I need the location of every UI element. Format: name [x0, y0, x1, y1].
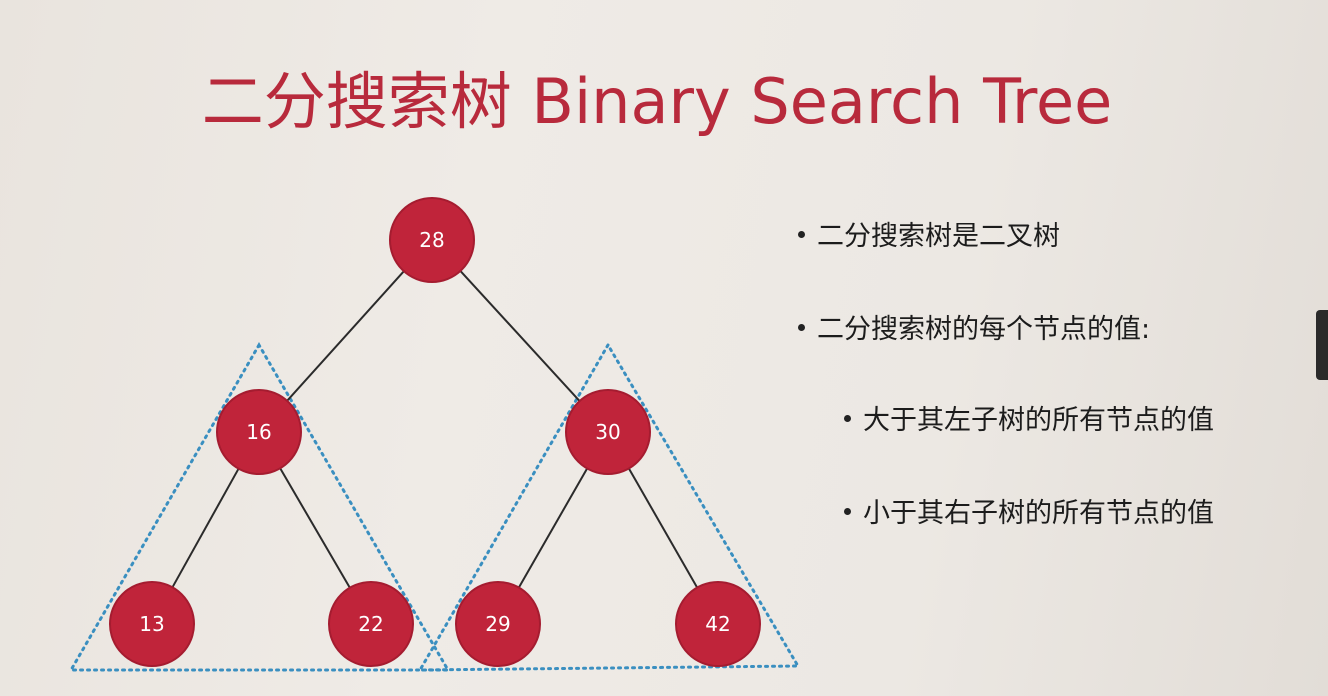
bullet-text: 大于其左子树的所有节点的值	[863, 405, 1214, 436]
bullet-list: 二分搜索树是二叉树 二分搜索树的每个节点的值: 大于其左子树的所有节点的值 小于…	[0, 0, 1328, 696]
window-edge-tab	[1316, 310, 1328, 380]
slide: 二分搜索树 Binary Search Tree 28 16 30 13 22	[0, 0, 1328, 696]
bullet-text: 二分搜索树是二叉树	[817, 221, 1060, 252]
bullet-text: 小于其右子树的所有节点的值	[863, 498, 1214, 529]
bullet-item: 二分搜索树是二叉树	[798, 220, 1060, 254]
bullet-dot-icon	[798, 324, 805, 331]
bullet-text: 二分搜索树的每个节点的值:	[817, 314, 1151, 345]
bullet-dot-icon	[844, 415, 851, 422]
sub-bullet-item: 大于其左子树的所有节点的值	[844, 404, 1214, 438]
bullet-dot-icon	[798, 231, 805, 238]
sub-bullet-item: 小于其右子树的所有节点的值	[844, 497, 1214, 531]
bullet-dot-icon	[844, 508, 851, 515]
bullet-item: 二分搜索树的每个节点的值:	[798, 313, 1150, 347]
